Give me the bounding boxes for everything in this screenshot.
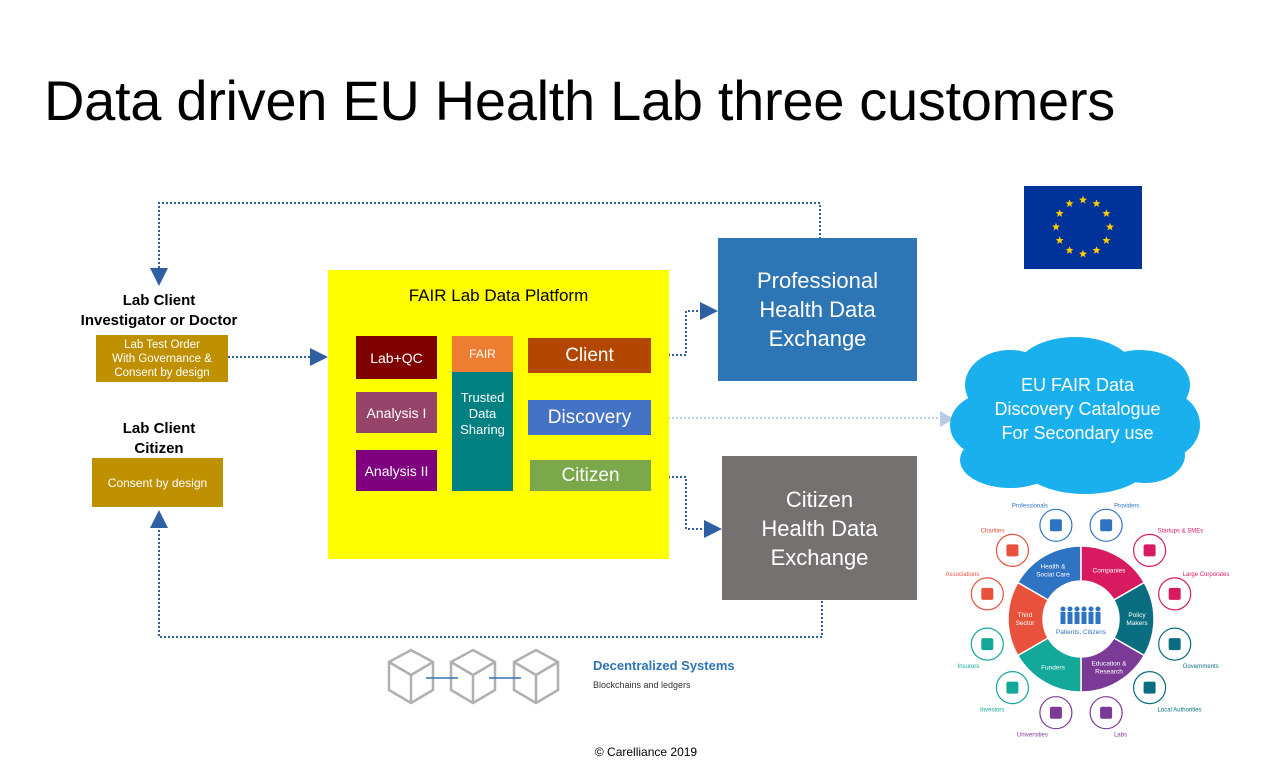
person-icon <box>1060 612 1066 624</box>
wheel-segment-label: Funders <box>1041 664 1066 671</box>
stakeholder-glyph-icon <box>1100 706 1113 719</box>
copyright: © Carelliance 2019 <box>594 745 698 759</box>
person-icon <box>1088 606 1094 612</box>
box-line: Sharing <box>460 422 505 437</box>
eu-fair-data-discovery-catalogue[interactable]: EU FAIR Data Discovery Catalogue For Sec… <box>965 372 1190 446</box>
stakeholder-glyph-icon <box>1049 519 1062 532</box>
heading-line: Citizen <box>134 440 184 457</box>
fair-box[interactable]: FAIR <box>452 336 513 372</box>
arrow-right-icon <box>700 302 718 320</box>
box-line: Health Data <box>759 297 876 322</box>
cloud-line: EU FAIR Data <box>1020 375 1135 395</box>
platform-title: FAIR Lab Data Platform <box>408 286 589 305</box>
client-box[interactable]: Client <box>528 338 651 373</box>
person-icon <box>1067 612 1073 624</box>
stakeholder-label: Labs <box>1114 733 1127 739</box>
discovery-box[interactable]: Discovery <box>528 400 651 435</box>
arrow-right-icon <box>310 348 328 366</box>
stakeholder-label: Associations <box>946 572 980 578</box>
stakeholder-glyph-icon <box>1168 638 1181 651</box>
citizen-box[interactable]: Citizen <box>530 460 651 491</box>
lab-client-doctor-heading: Lab Client Investigator or Doctor <box>59 291 259 331</box>
stakeholder-glyph-icon <box>1006 681 1019 694</box>
blockchain-cubes-icon <box>387 648 560 705</box>
stakeholder-glyph-icon <box>1143 544 1156 557</box>
lab-client-citizen-heading: Lab Client Citizen <box>59 419 259 459</box>
decentralized-systems-title: Decentralized Systems <box>593 658 735 673</box>
heading-line: Lab Client <box>122 292 196 309</box>
box-line: Consent by design <box>114 366 210 379</box>
stakeholder-label: Insurers <box>958 664 980 670</box>
person-icon <box>1067 606 1073 612</box>
box-line: Health Data <box>761 515 878 541</box>
stakeholder-label: Professionals <box>1012 503 1048 509</box>
stakeholder-glyph-icon <box>1006 544 1019 557</box>
box-line: Trusted <box>460 390 505 405</box>
decentralized-systems-subtitle: Blockchains and ledgers <box>593 680 691 690</box>
stakeholder-label: Investors <box>980 708 1004 714</box>
wheel-segment-label: Third Sector <box>1016 612 1036 627</box>
analysis-2-box[interactable]: Analysis II <box>356 450 437 491</box>
wheel-segment-label: Policy Makers <box>1126 612 1148 627</box>
cloud-line: Discovery Catalogue <box>994 399 1161 419</box>
box-line: Lab Test Order <box>124 338 200 351</box>
stakeholder-glyph-icon <box>1143 681 1156 694</box>
stakeholder-glyph-icon <box>1049 706 1062 719</box>
stakeholder-label: Providers <box>1114 503 1139 509</box>
box-line: With Governance & <box>112 352 212 365</box>
stakeholder-label: Startups & SMEs <box>1158 528 1204 534</box>
heading-line: Investigator or Doctor <box>80 312 238 329</box>
professional-health-data-exchange[interactable]: Professional Health Data Exchange <box>718 238 917 381</box>
stakeholder-label: Large Corporates <box>1183 572 1230 578</box>
person-icon <box>1095 606 1101 612</box>
box-line: Data <box>468 406 497 421</box>
person-icon <box>1088 612 1094 624</box>
lab-qc-box[interactable]: Lab+QC <box>356 336 437 379</box>
arrow-up-icon <box>150 510 168 528</box>
person-icon <box>1074 612 1080 624</box>
wheel-segment-label: Education & Research <box>1091 660 1127 675</box>
person-icon <box>1060 606 1066 612</box>
box-line: Exchange <box>770 544 869 570</box>
wheel-segment-label: Companies <box>1093 568 1127 575</box>
arrow-right-icon <box>704 520 722 538</box>
stakeholder-glyph-icon <box>981 638 994 651</box>
heading-line: Lab Client <box>122 420 196 437</box>
box-line: Citizen <box>785 486 854 512</box>
person-icon <box>1081 606 1087 612</box>
slide: Data driven EU Health Lab three customer… <box>0 0 1270 774</box>
cloud-line: For Secondary use <box>1001 423 1154 443</box>
stakeholder-glyph-icon <box>1100 519 1113 532</box>
stakeholder-label: Local Authorities <box>1158 708 1202 714</box>
wheel-segment-label: Health & Social Care <box>1036 564 1070 579</box>
arrow-down-icon <box>150 268 168 286</box>
stakeholder-wheel: Health & Social Care Companies Policy Makers… <box>946 503 1230 738</box>
stakeholder-glyph-icon <box>1168 587 1181 600</box>
person-icon <box>1081 612 1087 624</box>
citizen-health-data-exchange[interactable]: Citizen Health Data Exchange <box>722 456 917 600</box>
lab-test-order-box[interactable]: Lab Test Order With Governance & Consent… <box>96 335 228 382</box>
stakeholder-label: Governments <box>1183 664 1219 670</box>
wheel-center-label: Patients, Citizens <box>1056 629 1107 636</box>
trusted-data-sharing-box[interactable]: Trusted Data Sharing <box>452 372 513 491</box>
box-line: Exchange <box>768 326 867 351</box>
box-line: Professional <box>756 268 879 293</box>
person-icon <box>1095 612 1101 624</box>
stakeholder-label: Charities <box>981 528 1005 534</box>
consent-by-design-box[interactable]: Consent by design <box>92 458 223 507</box>
wheel-center <box>1044 582 1118 656</box>
person-icon <box>1074 606 1080 612</box>
stakeholder-label: Universities <box>1017 733 1048 739</box>
analysis-1-box[interactable]: Analysis I <box>356 392 437 433</box>
stakeholder-glyph-icon <box>981 587 994 600</box>
